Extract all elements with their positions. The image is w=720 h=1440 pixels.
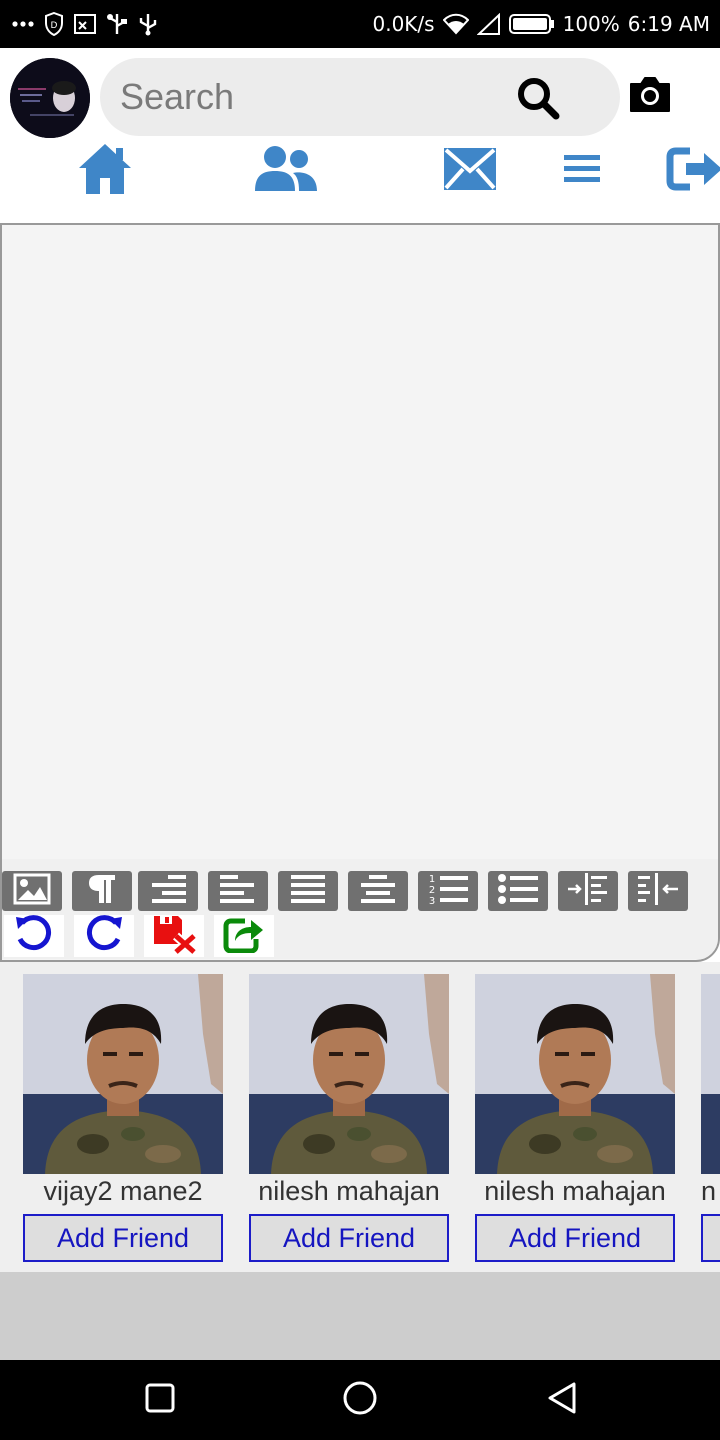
svg-text:1: 1 <box>429 874 435 885</box>
indent-icon <box>566 872 610 911</box>
search-input[interactable] <box>120 72 520 122</box>
discard-icon <box>152 914 197 959</box>
nav-logout[interactable] <box>666 138 720 204</box>
status-bar: D 0.0K/s 100% 6:19 AM <box>0 0 720 48</box>
network-speed: 0.0K/s <box>372 12 435 36</box>
friends-icon <box>253 145 319 198</box>
battery-icon <box>508 13 555 35</box>
system-nav-bar <box>0 1360 720 1440</box>
outdent-button[interactable] <box>628 871 688 911</box>
indent-button[interactable] <box>558 871 618 911</box>
friend-name: vijay2 mane2 <box>43 1176 203 1206</box>
recents-icon <box>145 1383 175 1418</box>
app-header <box>0 48 720 144</box>
logout-icon <box>666 145 720 198</box>
friend-name: nilesh mahajan <box>484 1176 666 1206</box>
redo-icon <box>84 914 124 958</box>
search-box <box>100 58 620 136</box>
camera-icon[interactable] <box>628 74 672 114</box>
menu-icon <box>563 152 601 191</box>
outdent-icon <box>636 872 680 911</box>
nav-messages[interactable] <box>442 138 498 204</box>
footer-area <box>0 1272 720 1360</box>
svg-text:2: 2 <box>429 885 435 896</box>
messages-icon <box>443 147 497 196</box>
add-friend-button[interactable]: Add Friend <box>475 1214 675 1262</box>
align-right-icon <box>148 873 188 910</box>
align-justify-icon <box>288 873 328 910</box>
share-button[interactable] <box>214 915 274 957</box>
undo-icon <box>14 914 54 958</box>
redo-button[interactable] <box>74 914 134 958</box>
rich-text-editor: 123 <box>0 223 720 962</box>
undo-button[interactable] <box>4 914 64 958</box>
discard-button[interactable] <box>144 915 204 957</box>
editor-toolbar: 123 <box>2 859 718 959</box>
battery-percent: 100% <box>562 12 620 36</box>
align-left-icon <box>218 873 258 910</box>
nav-friends[interactable] <box>252 138 320 204</box>
main-nav <box>0 138 720 208</box>
home-icon <box>77 142 133 201</box>
usb-icon <box>138 12 158 36</box>
recents-button[interactable] <box>138 1378 182 1422</box>
svg-text:D: D <box>51 21 58 31</box>
more-dots-icon <box>12 21 34 27</box>
back-icon <box>546 1381 578 1420</box>
align-left-button[interactable] <box>208 871 268 911</box>
unordered-list-icon <box>497 872 539 911</box>
friend-name: n <box>701 1176 717 1206</box>
signal-icon <box>476 13 501 35</box>
friend-photo[interactable] <box>249 974 449 1174</box>
align-justify-button[interactable] <box>278 871 338 911</box>
nav-menu[interactable] <box>562 138 602 204</box>
svg-text:3: 3 <box>429 896 435 906</box>
search-icon[interactable] <box>516 76 562 122</box>
friend-photo[interactable] <box>475 974 675 1174</box>
wifi-icon <box>442 13 469 35</box>
avatar[interactable] <box>10 58 90 138</box>
paragraph-button[interactable] <box>72 871 132 911</box>
cast-icon <box>74 14 96 34</box>
align-center-icon <box>358 873 398 910</box>
ordered-list-icon: 123 <box>426 872 470 911</box>
home-button[interactable] <box>338 1378 382 1422</box>
shield-icon: D <box>44 12 64 36</box>
ordered-list-button[interactable]: 123 <box>418 871 478 911</box>
share-icon <box>223 915 265 958</box>
usb-debug-icon <box>106 12 128 36</box>
friend-photo[interactable] <box>23 974 223 1174</box>
add-friend-button[interactable] <box>701 1214 720 1262</box>
add-friend-button[interactable]: Add Friend <box>249 1214 449 1262</box>
editor-content-area[interactable] <box>2 225 718 859</box>
status-right: 0.0K/s 100% 6:19 AM <box>373 8 711 40</box>
friend-name: nilesh mahajan <box>258 1176 440 1206</box>
nav-home[interactable] <box>74 138 136 204</box>
clock: 6:19 AM <box>627 12 710 36</box>
back-button[interactable] <box>540 1378 584 1422</box>
add-friend-button[interactable]: Add Friend <box>23 1214 223 1262</box>
unordered-list-button[interactable] <box>488 871 548 911</box>
status-left-icons: D <box>12 10 158 38</box>
align-center-button[interactable] <box>348 871 408 911</box>
image-icon <box>13 873 51 910</box>
friend-suggestions: vijay2 mane2 Add Friend nilesh mahajan A <box>0 962 720 1272</box>
friend-photo[interactable] <box>701 974 720 1174</box>
align-right-button[interactable] <box>138 871 198 911</box>
insert-image-button[interactable] <box>2 871 62 911</box>
paragraph-icon <box>87 873 117 910</box>
home-circle-icon <box>342 1380 378 1421</box>
